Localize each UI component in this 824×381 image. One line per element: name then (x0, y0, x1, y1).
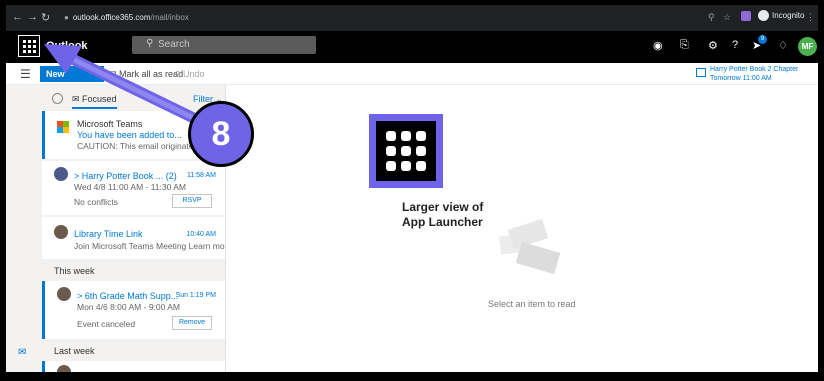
back-icon[interactable]: ← (12, 11, 23, 23)
microsoft-logo-icon (57, 121, 69, 133)
avatar[interactable]: MF (798, 37, 817, 56)
step-number-badge: 8 (188, 101, 254, 167)
message-sender: Microsoft Teams (77, 119, 143, 129)
left-rail: ✉ (6, 85, 42, 372)
new-message-button[interactable]: New (40, 66, 104, 82)
browser-menu-icon[interactable]: ⋮ (806, 12, 815, 23)
reload-icon[interactable]: ↻ (41, 11, 50, 24)
envelope-illustration (515, 241, 561, 275)
teams-icon[interactable]: ⎘ (680, 39, 689, 52)
undo-button[interactable]: ↶ Undo (173, 69, 205, 80)
incognito-icon (758, 10, 769, 21)
address-bar[interactable]: ● outlook.office365.com/mail/inbox (64, 13, 189, 22)
section-header-last-week: Last week (42, 341, 225, 361)
reminder-title: Harry Potter Book 2 Chapter (710, 66, 799, 73)
url-path: /mail/inbox (150, 13, 189, 22)
message-time: Sun 1:19 PM (175, 292, 216, 299)
reading-pane: Select an item to read (226, 85, 818, 372)
app-launcher-enlarged-icon (369, 114, 443, 188)
event-status: No conflicts (74, 197, 118, 207)
url-host: outlook.office365.com (72, 13, 151, 22)
app-title[interactable]: Outlook (46, 40, 88, 52)
incognito-label: Incognito (772, 11, 805, 20)
message-time: 10:40 AM (186, 231, 216, 238)
notification-badge: 9 (758, 35, 767, 44)
search-placeholder: Search (158, 39, 190, 50)
forward-icon[interactable]: → (27, 11, 38, 23)
list-item[interactable]: > Harry Potter Book ... (2) 11:58 AM Wed… (42, 161, 225, 215)
message-preview: Wed 4/8 11:00 AM - 11:30 AM (74, 182, 186, 192)
rsvp-button[interactable]: RSVP (172, 194, 212, 208)
incognito-indicator[interactable]: Incognito (758, 10, 804, 21)
annotation-caption: Larger view of App Launcher (402, 200, 483, 230)
bell-icon[interactable]: ♢ (778, 39, 788, 52)
list-item[interactable]: > 6th Grade Math Supp... Sun 1:19 PM Mon… (42, 281, 225, 339)
extension-icon[interactable] (741, 11, 751, 21)
message-preview: Mon 4/6 8:00 AM - 9:00 AM (77, 302, 181, 312)
skype-icon[interactable]: ◉ (653, 39, 663, 52)
star-icon[interactable]: ☆ (723, 12, 731, 23)
hamburger-menu-icon[interactable]: ☰ (20, 67, 31, 81)
avatar (57, 365, 71, 372)
settings-icon[interactable]: ⚙ (708, 39, 718, 52)
message-time: 11:58 AM (186, 172, 216, 179)
search-icon: ⚲ (146, 38, 154, 49)
list-item[interactable] (42, 361, 225, 372)
screenshot-frame: ← → ↻ ● outlook.office365.com/mail/inbox … (6, 5, 818, 372)
help-icon[interactable]: ? (732, 39, 738, 51)
mail-icon[interactable]: ✉ (18, 347, 26, 358)
caption-line-1: Larger view of (402, 200, 484, 214)
avatar (57, 287, 71, 301)
browser-toolbar: ← → ↻ ● outlook.office365.com/mail/inbox … (6, 5, 818, 31)
step-number: 8 (211, 115, 231, 153)
avatar (54, 167, 68, 181)
section-header-this-week: This week (42, 261, 225, 281)
undo-label: Undo (183, 69, 205, 79)
message-preview: Join Microsoft Teams Meeting Learn mor..… (74, 241, 226, 251)
mark-all-read-button[interactable]: ✉ Mark all as read (109, 69, 183, 80)
tab-focused[interactable]: ✉ Focused (72, 94, 117, 109)
list-item[interactable]: Library Time Link 10:40 AM Join Microsof… (42, 217, 226, 259)
outlook-header: Outlook ⚲ Search ◉ ⎘ ⚙ ? ➤ 9 ♢ MF (6, 31, 818, 63)
message-subject: > Harry Potter Book ... (2) (74, 171, 177, 181)
message-subject: Library Time Link (74, 229, 143, 239)
upcoming-event-reminder[interactable]: Harry Potter Book 2 Chapter Tomorrow 11:… (696, 65, 799, 83)
avatar (54, 225, 68, 239)
select-all-checkbox[interactable] (52, 93, 63, 104)
message-subject: > 6th Grade Math Supp... (77, 291, 179, 301)
message-subject: You have been added to... (77, 130, 182, 140)
app-launcher-button[interactable] (18, 35, 40, 57)
empty-state-text: Select an item to read (488, 299, 576, 309)
reminder-time: Tomorrow 11:00 AM (710, 75, 772, 82)
calendar-icon (696, 68, 706, 77)
lock-icon: ● (64, 13, 69, 22)
search-input[interactable]: ⚲ Search (132, 36, 316, 54)
zoom-icon[interactable]: ⚲ (708, 12, 715, 23)
caption-line-2: App Launcher (402, 215, 483, 229)
event-status: Event canceled (77, 319, 136, 329)
remove-button[interactable]: Remove (172, 316, 212, 330)
command-bar: ☰ New ✉ Mark all as read ↶ Undo Harry Po… (6, 63, 818, 85)
tab-focused-label: Focused (82, 94, 117, 104)
